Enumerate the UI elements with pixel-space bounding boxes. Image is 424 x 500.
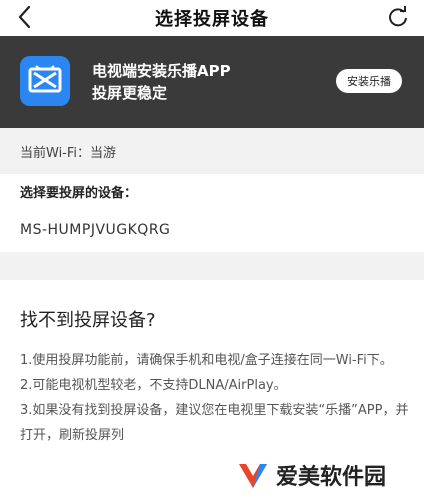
watermark-logo-icon [239,464,267,488]
banner-line-1: 电视端安装乐播APP [92,62,231,80]
help-item: 1.使用投屏功能前，请确保手机和电视/盒子连接在同一Wi-Fi下。 [20,353,393,368]
install-lebo-button[interactable]: 安装乐播 [336,69,402,93]
device-section-title: 选择要投屏的设备： [20,186,138,201]
help-item: 2.可能电视机型较老，不支持DLNA/AirPlay。 [20,378,287,393]
help-title: 找不到投屏设备? [20,310,156,331]
lebo-app-icon [20,56,70,106]
section-divider [0,252,424,280]
top-bar: 选择投屏设备 [0,0,424,36]
banner-line-2: 投屏更稳定 [92,84,168,102]
wifi-label: 当前Wi-Fi：当游 [20,145,117,161]
wifi-status: 当前Wi-Fi：当游 [0,128,424,174]
chevron-left-icon[interactable] [10,2,40,32]
watermark-text: 爱美软件园 [276,465,387,490]
refresh-icon[interactable] [386,5,410,29]
device-item[interactable]: MS-HUMPJVUGKQRG [0,210,424,250]
help-list: 1.使用投屏功能前，请确保手机和电视/盒子连接在同一Wi-Fi下。 2.可能电视… [20,348,410,448]
device-name: MS-HUMPJVUGKQRG [20,222,171,238]
help-item: 3.如果没有找到投屏设备，建议您在电视里下载安装“乐播”APP，并打开，刷新投屏… [20,403,409,443]
watermark: 爱美软件园 [236,458,416,492]
page-title: 选择投屏设备 [155,9,269,30]
install-banner: 电视端安装乐播APP 投屏更稳定 安装乐播 [0,36,424,128]
banner-text: 电视端安装乐播APP 投屏更稳定 [92,60,231,104]
